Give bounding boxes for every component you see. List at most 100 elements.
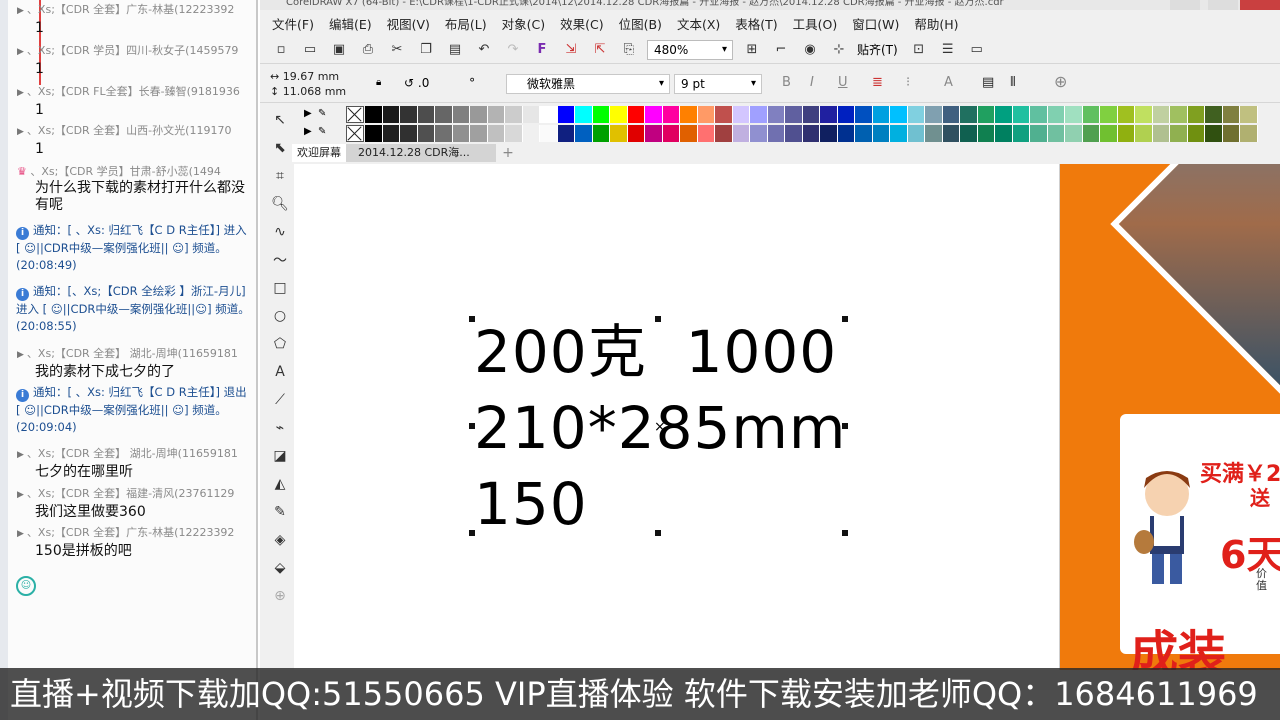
color-swatch[interactable] [487, 125, 505, 142]
font-select[interactable]: 微软雅黑 [506, 74, 670, 94]
color-swatch[interactable] [522, 106, 540, 123]
drop-shadow-icon[interactable]: ◪ [268, 442, 292, 470]
close-button[interactable] [1240, 0, 1280, 10]
color-swatch[interactable] [785, 106, 803, 123]
color-swatch[interactable] [925, 106, 943, 123]
zoom-level-select[interactable]: 480% [647, 39, 733, 60]
crop-tool-icon[interactable]: ⌗ [268, 162, 292, 190]
color-swatch[interactable] [925, 125, 943, 142]
publish-pdf-icon[interactable]: ⎘ [618, 39, 640, 61]
color-swatch[interactable] [995, 106, 1013, 123]
tab-document[interactable]: 2014.12.28 CDR海... [346, 144, 496, 162]
color-swatch[interactable] [505, 125, 523, 142]
color-swatch[interactable] [417, 106, 435, 123]
connector-tool-icon[interactable]: ⌁ [268, 414, 292, 442]
color-swatch[interactable] [487, 106, 505, 123]
color-swatch[interactable] [1082, 106, 1100, 123]
color-swatch[interactable] [470, 106, 488, 123]
color-swatch[interactable] [645, 125, 663, 142]
color-swatch[interactable] [1100, 106, 1118, 123]
export-icon[interactable]: ⇱ [589, 39, 611, 61]
color-swatch[interactable] [837, 125, 855, 142]
poster-artwork[interactable]: 买满￥2 送 6天 价值 成装 [1060, 164, 1280, 670]
underline-icon[interactable]: U [838, 75, 848, 90]
color-swatch[interactable] [592, 125, 610, 142]
add-tool-icon[interactable]: ⊕ [268, 582, 292, 610]
selection-handle[interactable] [655, 530, 661, 536]
font-size-select[interactable]: 9 pt [674, 74, 762, 94]
selection-handle[interactable] [842, 316, 848, 322]
color-swatch[interactable] [1187, 106, 1205, 123]
color-swatch[interactable] [610, 106, 628, 123]
menu-item[interactable]: 编辑(E) [329, 14, 372, 33]
color-swatch[interactable] [1082, 125, 1100, 142]
play-icon[interactable]: ▶ [304, 108, 312, 119]
no-color-swatch[interactable] [346, 125, 364, 142]
cut-icon[interactable]: ✂ [386, 39, 408, 61]
color-swatch[interactable] [1030, 106, 1048, 123]
color-swatch[interactable] [382, 125, 400, 142]
save-icon[interactable]: ▣ [328, 39, 350, 61]
color-swatch[interactable] [1187, 125, 1205, 142]
color-swatch[interactable] [977, 125, 995, 142]
print-icon[interactable]: ⎙ [357, 39, 379, 61]
options-icon[interactable]: ⊡ [908, 39, 930, 61]
color-swatch[interactable] [837, 106, 855, 123]
bullet-list-icon[interactable]: ⁝ [906, 75, 910, 90]
selection-handle[interactable] [469, 423, 475, 429]
color-swatch[interactable] [540, 106, 558, 123]
color-swatch[interactable] [1240, 106, 1258, 123]
copy-icon[interactable]: ❐ [415, 39, 437, 61]
color-swatch[interactable] [802, 106, 820, 123]
color-swatch[interactable] [890, 125, 908, 142]
color-swatch[interactable] [365, 125, 383, 142]
undo-icon[interactable]: ↶ [473, 39, 495, 61]
color-swatch[interactable] [732, 106, 750, 123]
menu-item[interactable]: 工具(O) [793, 14, 838, 33]
display-icon[interactable]: ▭ [966, 39, 988, 61]
width-field[interactable]: ↔ 19.67 mm [270, 69, 346, 84]
color-swatch[interactable] [820, 106, 838, 123]
color-swatch[interactable] [452, 125, 470, 142]
color-swatch[interactable] [855, 125, 873, 142]
color-swatch[interactable] [890, 106, 908, 123]
no-color-swatch[interactable] [346, 106, 364, 123]
rectangle-tool-icon[interactable]: □ [268, 274, 292, 302]
color-swatch[interactable] [960, 125, 978, 142]
color-swatch[interactable] [995, 125, 1013, 142]
color-swatch[interactable] [872, 125, 890, 142]
color-swatch[interactable] [1135, 125, 1153, 142]
open-icon[interactable]: ▭ [299, 39, 321, 61]
color-swatch[interactable] [1012, 125, 1030, 142]
artistic-media-icon[interactable]: 〜 [268, 246, 292, 274]
color-swatch[interactable] [855, 106, 873, 123]
eyedropper-tool-icon[interactable]: ✎ [268, 498, 292, 526]
color-swatch[interactable] [1100, 125, 1118, 142]
transparency-icon[interactable]: ◭ [268, 470, 292, 498]
color-swatch[interactable] [715, 125, 733, 142]
color-swatch[interactable] [662, 106, 680, 123]
color-swatch[interactable] [802, 125, 820, 142]
polygon-tool-icon[interactable]: ⬠ [268, 330, 292, 358]
color-swatch[interactable] [1047, 106, 1065, 123]
color-swatch[interactable] [365, 106, 383, 123]
menu-item[interactable]: 窗口(W) [852, 14, 899, 33]
color-swatch[interactable] [505, 106, 523, 123]
color-swatch[interactable] [627, 106, 645, 123]
lock-ratio-icon[interactable]: 🔒︎ [376, 77, 381, 88]
color-swatch[interactable] [400, 125, 418, 142]
color-swatch[interactable] [697, 125, 715, 142]
menu-item[interactable]: 表格(T) [735, 14, 777, 33]
selection-handle[interactable] [842, 423, 848, 429]
color-swatch[interactable] [557, 106, 575, 123]
color-swatch[interactable] [680, 106, 698, 123]
bold-icon[interactable]: B [782, 75, 791, 90]
color-swatch[interactable] [1222, 106, 1240, 123]
color-swatch[interactable] [697, 106, 715, 123]
menu-item[interactable]: 视图(V) [387, 14, 430, 33]
snap-to-button[interactable]: 贴齐(T) [857, 41, 898, 58]
color-swatch[interactable] [662, 125, 680, 142]
italic-icon[interactable]: I [810, 75, 814, 90]
color-swatch[interactable] [907, 106, 925, 123]
color-swatch[interactable] [557, 125, 575, 142]
